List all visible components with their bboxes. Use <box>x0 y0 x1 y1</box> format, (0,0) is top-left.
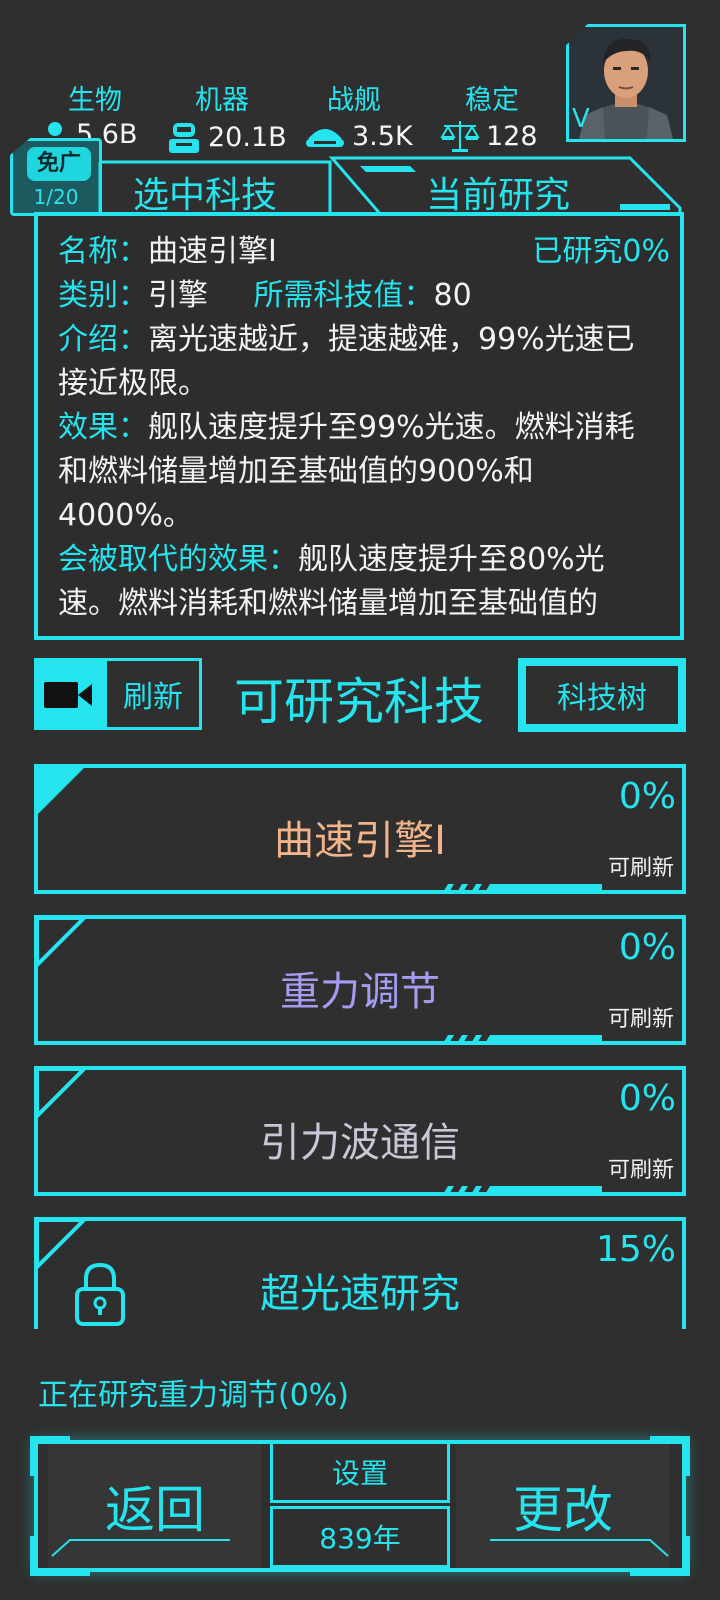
tech-card-name: 超光速研究 <box>260 1271 460 1317</box>
tech-card-name: 引力波通信 <box>260 1120 460 1166</box>
tech-info-panel: 名称： 曲速引擎I 已研究0% 类别：引擎 所需科技值：80 介绍：离光速越近，… <box>34 212 684 640</box>
robot-icon <box>169 123 199 153</box>
portrait-label: V <box>572 104 590 134</box>
watch-ad-button[interactable] <box>34 658 104 730</box>
resource-label: 机器 <box>195 85 249 116</box>
tab-current-research[interactable]: 当前研究 <box>426 166 570 218</box>
card-stripes-decoration <box>442 1035 602 1045</box>
tech-category-key: 类别： <box>58 278 148 313</box>
tech-card-hint: 可刷新 <box>607 1158 674 1183</box>
resource-stability: 稳定 128 <box>440 78 560 153</box>
researchable-tech-title: 可研究科技 <box>234 673 484 731</box>
tech-intro-key: 介绍： <box>58 322 148 357</box>
resource-label: 稳定 <box>465 85 519 116</box>
bottom-bar-frame-decoration <box>30 1436 690 1576</box>
tech-card-warp-engine[interactable]: 曲速引擎I 0% 可刷新 <box>34 764 686 894</box>
tech-replaced-key: 会被取代的效果： <box>58 542 298 577</box>
tech-category-value: 引擎 <box>148 278 208 313</box>
video-camera-icon <box>44 682 92 708</box>
tech-cost-key: 所需科技值： <box>253 278 434 313</box>
resource-machine: 机器 20.1B <box>166 78 287 155</box>
tech-card-hint: 可刷新 <box>607 856 674 881</box>
tech-card-percent: 0% <box>618 776 676 817</box>
tech-card-percent: 0% <box>618 1078 676 1119</box>
tech-effect-key: 效果： <box>58 410 148 445</box>
tech-card-name: 曲速引擎I <box>274 818 446 864</box>
tech-name-key: 名称： <box>58 234 148 269</box>
tech-effect-row: 效果：舰队速度提升至99%光速。燃料消耗和燃料储量增加至基础值的900%和400… <box>58 406 658 538</box>
tech-card-gravity-control[interactable]: 重力调节 0% 可刷新 <box>34 915 686 1045</box>
resource-value: 128 <box>486 120 538 152</box>
tab-frame <box>98 156 682 218</box>
resource-warship: 战舰 3.5K <box>304 78 424 153</box>
tech-researched: 已研究0% <box>532 234 670 269</box>
tech-intro-row: 介绍：离光速越近，提速越难，99%光速已接近极限。 <box>58 318 658 406</box>
tech-name-value: 曲速引擎I <box>148 234 277 269</box>
tech-card-ftl-research[interactable]: 超光速研究 15% <box>34 1217 686 1329</box>
tech-category-row: 类别：引擎 所需科技值：80 <box>58 274 658 318</box>
tech-card-hint: 可刷新 <box>607 1007 674 1032</box>
resource-label: 生物 <box>68 85 122 116</box>
card-stripes-decoration <box>442 1186 602 1196</box>
tech-cost-value: 80 <box>433 278 472 313</box>
tech-tree-button[interactable]: 科技树 <box>518 658 686 732</box>
resource-label: 战舰 <box>327 85 381 116</box>
tech-tree-label: 科技树 <box>526 666 678 724</box>
tab-selected-tech[interactable]: 选中科技 <box>133 166 277 218</box>
tech-card-percent: 15% <box>595 1229 676 1270</box>
resource-value: 20.1B <box>208 121 287 153</box>
card-stripes-decoration <box>442 884 602 894</box>
research-status: 正在研究重力调节(0%) <box>38 1378 350 1413</box>
tech-card-gravitational-wave-comm[interactable]: 引力波通信 0% 可刷新 <box>34 1066 686 1196</box>
resource-value: 3.5K <box>352 120 413 152</box>
tech-replaced-row: 会被取代的效果：舰队速度提升至80%光速。燃料消耗和燃料储量增加至基础值的 <box>58 538 658 626</box>
tech-card-name: 重力调节 <box>280 969 440 1015</box>
tech-name-row: 名称： 曲速引擎I 已研究0% <box>58 230 670 274</box>
tech-card-percent: 0% <box>618 927 676 968</box>
refresh-button[interactable]: 刷新 <box>104 658 202 730</box>
scales-icon <box>440 121 480 152</box>
ship-icon <box>306 129 344 147</box>
